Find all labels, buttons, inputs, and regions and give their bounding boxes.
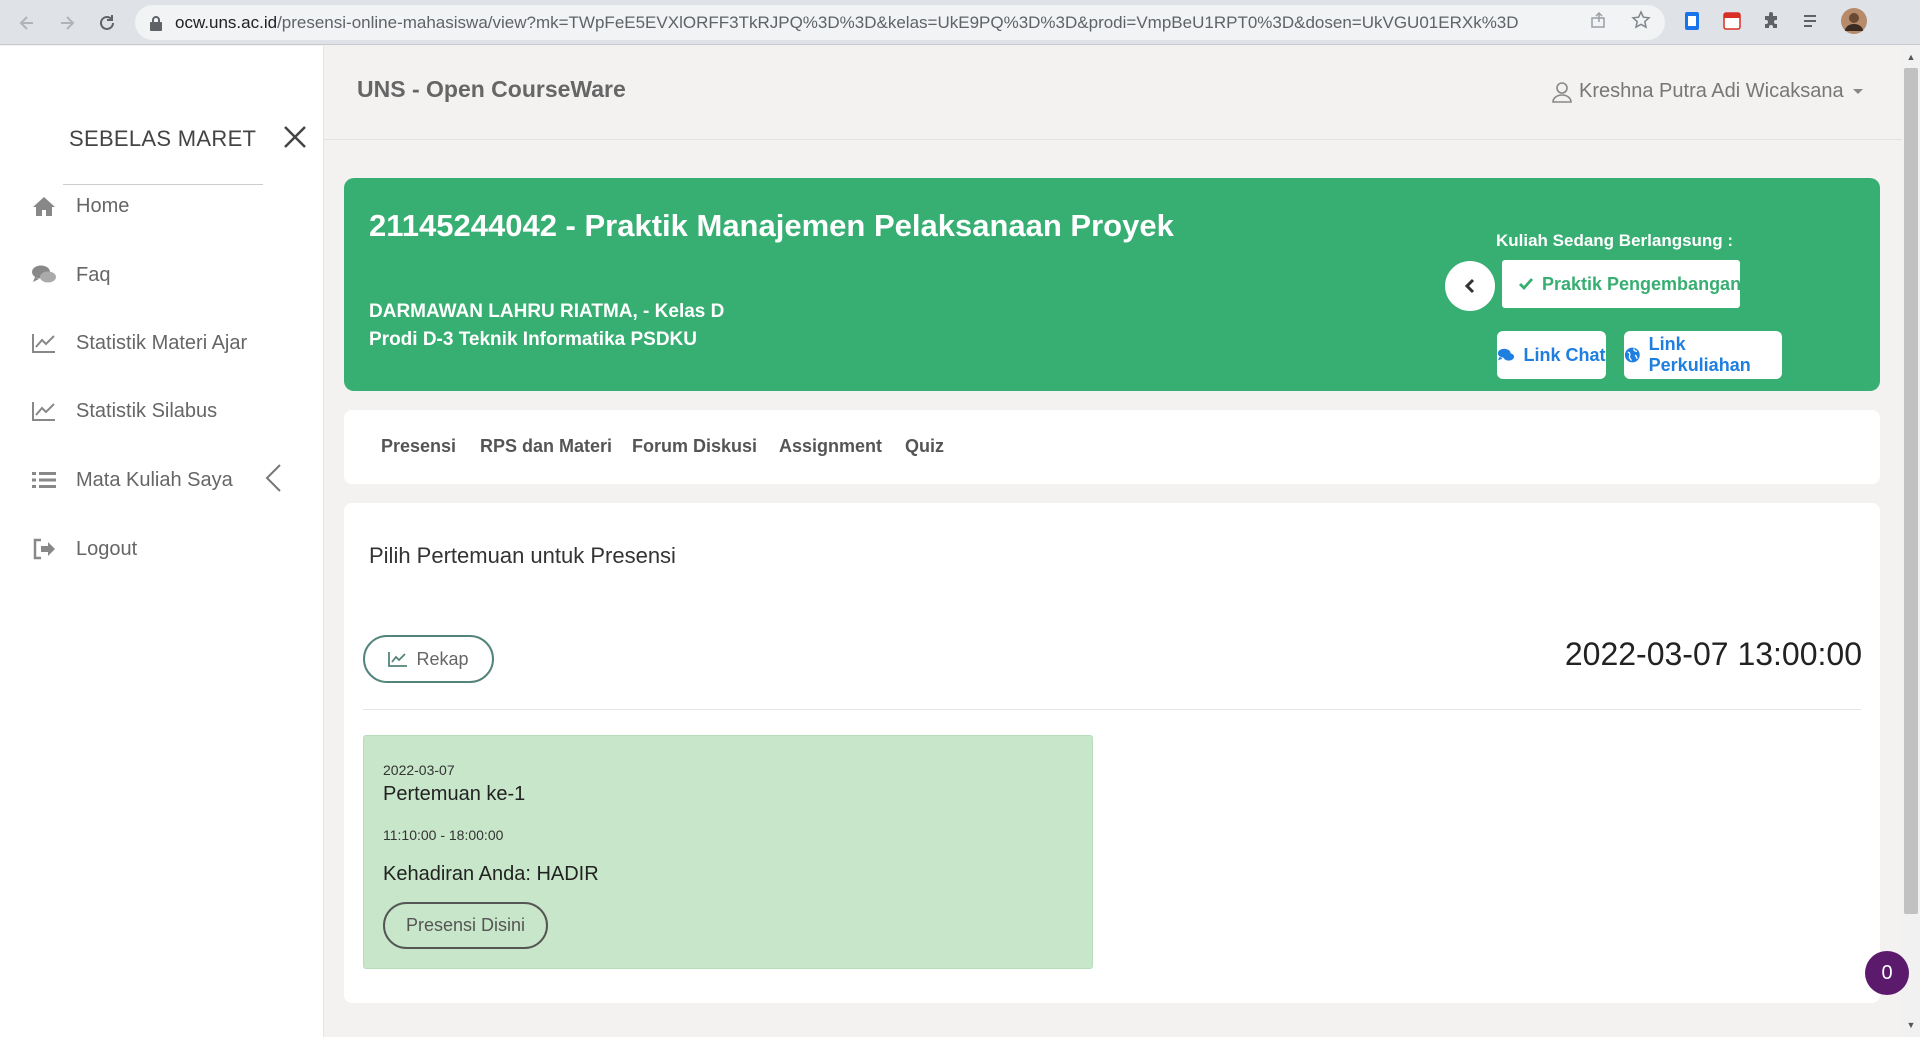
close-icon[interactable] xyxy=(280,122,310,152)
tab-presensi[interactable]: Presensi xyxy=(381,436,456,457)
home-icon xyxy=(30,194,58,218)
list-icon xyxy=(30,468,58,492)
address-bar[interactable]: ocw.uns.ac.id/presensi-online-mahasiswa/… xyxy=(135,5,1665,40)
sidebar: SEBELAS MARET Home Faq Statistik Materi … xyxy=(0,46,324,1037)
current-datetime: 2022-03-07 13:00:00 xyxy=(1564,636,1862,672)
user-icon xyxy=(1552,81,1572,103)
meeting-card: 2022-03-07 Pertemuan ke-1 11:10:00 - 18:… xyxy=(363,735,1093,969)
sidebar-item-home[interactable]: Home xyxy=(30,186,300,226)
sidebar-item-logout[interactable]: Logout xyxy=(30,529,300,569)
ongoing-course-label: Praktik Pengembangan Aplikasi xyxy=(1542,273,1740,294)
meeting-title: Pertemuan ke-1 xyxy=(383,783,526,805)
line-chart-icon xyxy=(30,331,58,355)
scroll-up-icon[interactable]: ▲ xyxy=(1904,50,1918,64)
extensions-puzzle-icon[interactable] xyxy=(1761,10,1783,32)
sidebar-item-label: Statistik Materi Ajar xyxy=(76,331,248,354)
presensi-button[interactable]: Presensi Disini xyxy=(383,902,548,949)
comments-icon xyxy=(1498,348,1515,361)
reading-list-icon[interactable] xyxy=(1801,10,1823,32)
ongoing-course-button[interactable]: Praktik Pengembangan Aplikasi xyxy=(1502,260,1740,308)
browser-toolbar: ocw.uns.ac.id/presensi-online-mahasiswa/… xyxy=(0,0,1920,45)
sidebar-item-label: Faq xyxy=(76,263,111,286)
tab-rps-dan-materi[interactable]: RPS dan Materi xyxy=(480,436,612,457)
header-divider xyxy=(324,139,1902,140)
ongoing-label: Kuliah Sedang Berlangsung : xyxy=(1496,231,1734,250)
lock-icon xyxy=(150,15,162,31)
star-icon[interactable] xyxy=(1630,9,1652,31)
link-chat-button[interactable]: Link Chat xyxy=(1497,331,1606,379)
user-menu[interactable]: Kreshna Putra Adi Wicaksana xyxy=(1551,80,1864,103)
section-title: Pilih Pertemuan untuk Presensi xyxy=(369,543,676,568)
scrollbar-thumb[interactable] xyxy=(1904,68,1918,914)
course-title: 21145244042 - Praktik Manajemen Pelaksan… xyxy=(369,208,1174,243)
extension-docs-icon[interactable] xyxy=(1681,10,1703,32)
sidebar-item-label: Home xyxy=(76,194,130,217)
sidebar-item-faq[interactable]: Faq xyxy=(30,255,300,295)
comments-icon xyxy=(30,263,58,287)
prodi-info: Prodi D-3 Teknik Informatika PSDKU xyxy=(369,329,697,350)
tab-quiz[interactable]: Quiz xyxy=(905,436,944,457)
share-icon[interactable] xyxy=(1588,9,1610,31)
profile-avatar[interactable] xyxy=(1840,7,1868,35)
chevron-left-icon xyxy=(1464,278,1475,294)
meeting-date: 2022-03-07 xyxy=(383,762,455,778)
back-arrow-icon[interactable] xyxy=(12,8,42,38)
sign-out-icon xyxy=(30,537,58,561)
link-perkuliahan-button[interactable]: Link Perkuliahan xyxy=(1624,331,1782,379)
scroll-down-icon[interactable]: ▼ xyxy=(1904,1018,1918,1032)
sidebar-item-statistik-silabus[interactable]: Statistik Silabus xyxy=(30,391,300,431)
tab-bar: Presensi RPS dan Materi Forum Diskusi As… xyxy=(344,410,1880,484)
line-chart-icon xyxy=(388,652,408,667)
globe-icon xyxy=(1624,347,1640,363)
brand-name: SEBELAS MARET xyxy=(69,126,257,151)
tab-assignment[interactable]: Assignment xyxy=(779,436,882,457)
reload-icon[interactable] xyxy=(92,8,122,38)
course-banner: 21145244042 - Praktik Manajemen Pelaksan… xyxy=(344,178,1880,391)
rekap-button[interactable]: Rekap xyxy=(363,635,494,683)
tab-forum-diskusi[interactable]: Forum Diskusi xyxy=(632,436,757,457)
extension-calendar-icon[interactable] xyxy=(1721,10,1743,32)
presensi-panel: Pilih Pertemuan untuk Presensi Rekap 202… xyxy=(344,503,1880,1003)
meeting-time: 11:10:00 - 18:00:00 xyxy=(383,827,504,843)
url-text: ocw.uns.ac.id/presensi-online-mahasiswa/… xyxy=(175,12,1519,32)
app-title: UNS - Open CourseWare xyxy=(357,76,626,102)
sidebar-item-label: Mata Kuliah Saya xyxy=(76,468,233,491)
check-icon xyxy=(1519,278,1534,291)
forward-arrow-icon[interactable] xyxy=(52,8,82,38)
line-chart-icon xyxy=(30,399,58,423)
notification-badge[interactable]: 0 xyxy=(1865,951,1909,995)
sidebar-item-label: Logout xyxy=(76,537,138,560)
ongoing-prev-button[interactable] xyxy=(1445,261,1495,311)
attendance-status: Kehadiran Anda: HADIR xyxy=(383,863,599,885)
sidebar-item-statistik-materi-ajar[interactable]: Statistik Materi Ajar xyxy=(30,323,300,363)
divider xyxy=(63,184,263,185)
lecturer-info: DARMAWAN LAHRU RIATMA, - Kelas D xyxy=(369,301,725,322)
user-name: Kreshna Putra Adi Wicaksana xyxy=(1579,80,1844,102)
divider xyxy=(363,709,1861,710)
sidebar-item-mata-kuliah-saya[interactable]: Mata Kuliah Saya xyxy=(30,460,300,500)
chevron-left-icon[interactable] xyxy=(262,463,286,493)
caret-down-icon xyxy=(1852,88,1863,94)
sidebar-item-label: Statistik Silabus xyxy=(76,399,218,422)
